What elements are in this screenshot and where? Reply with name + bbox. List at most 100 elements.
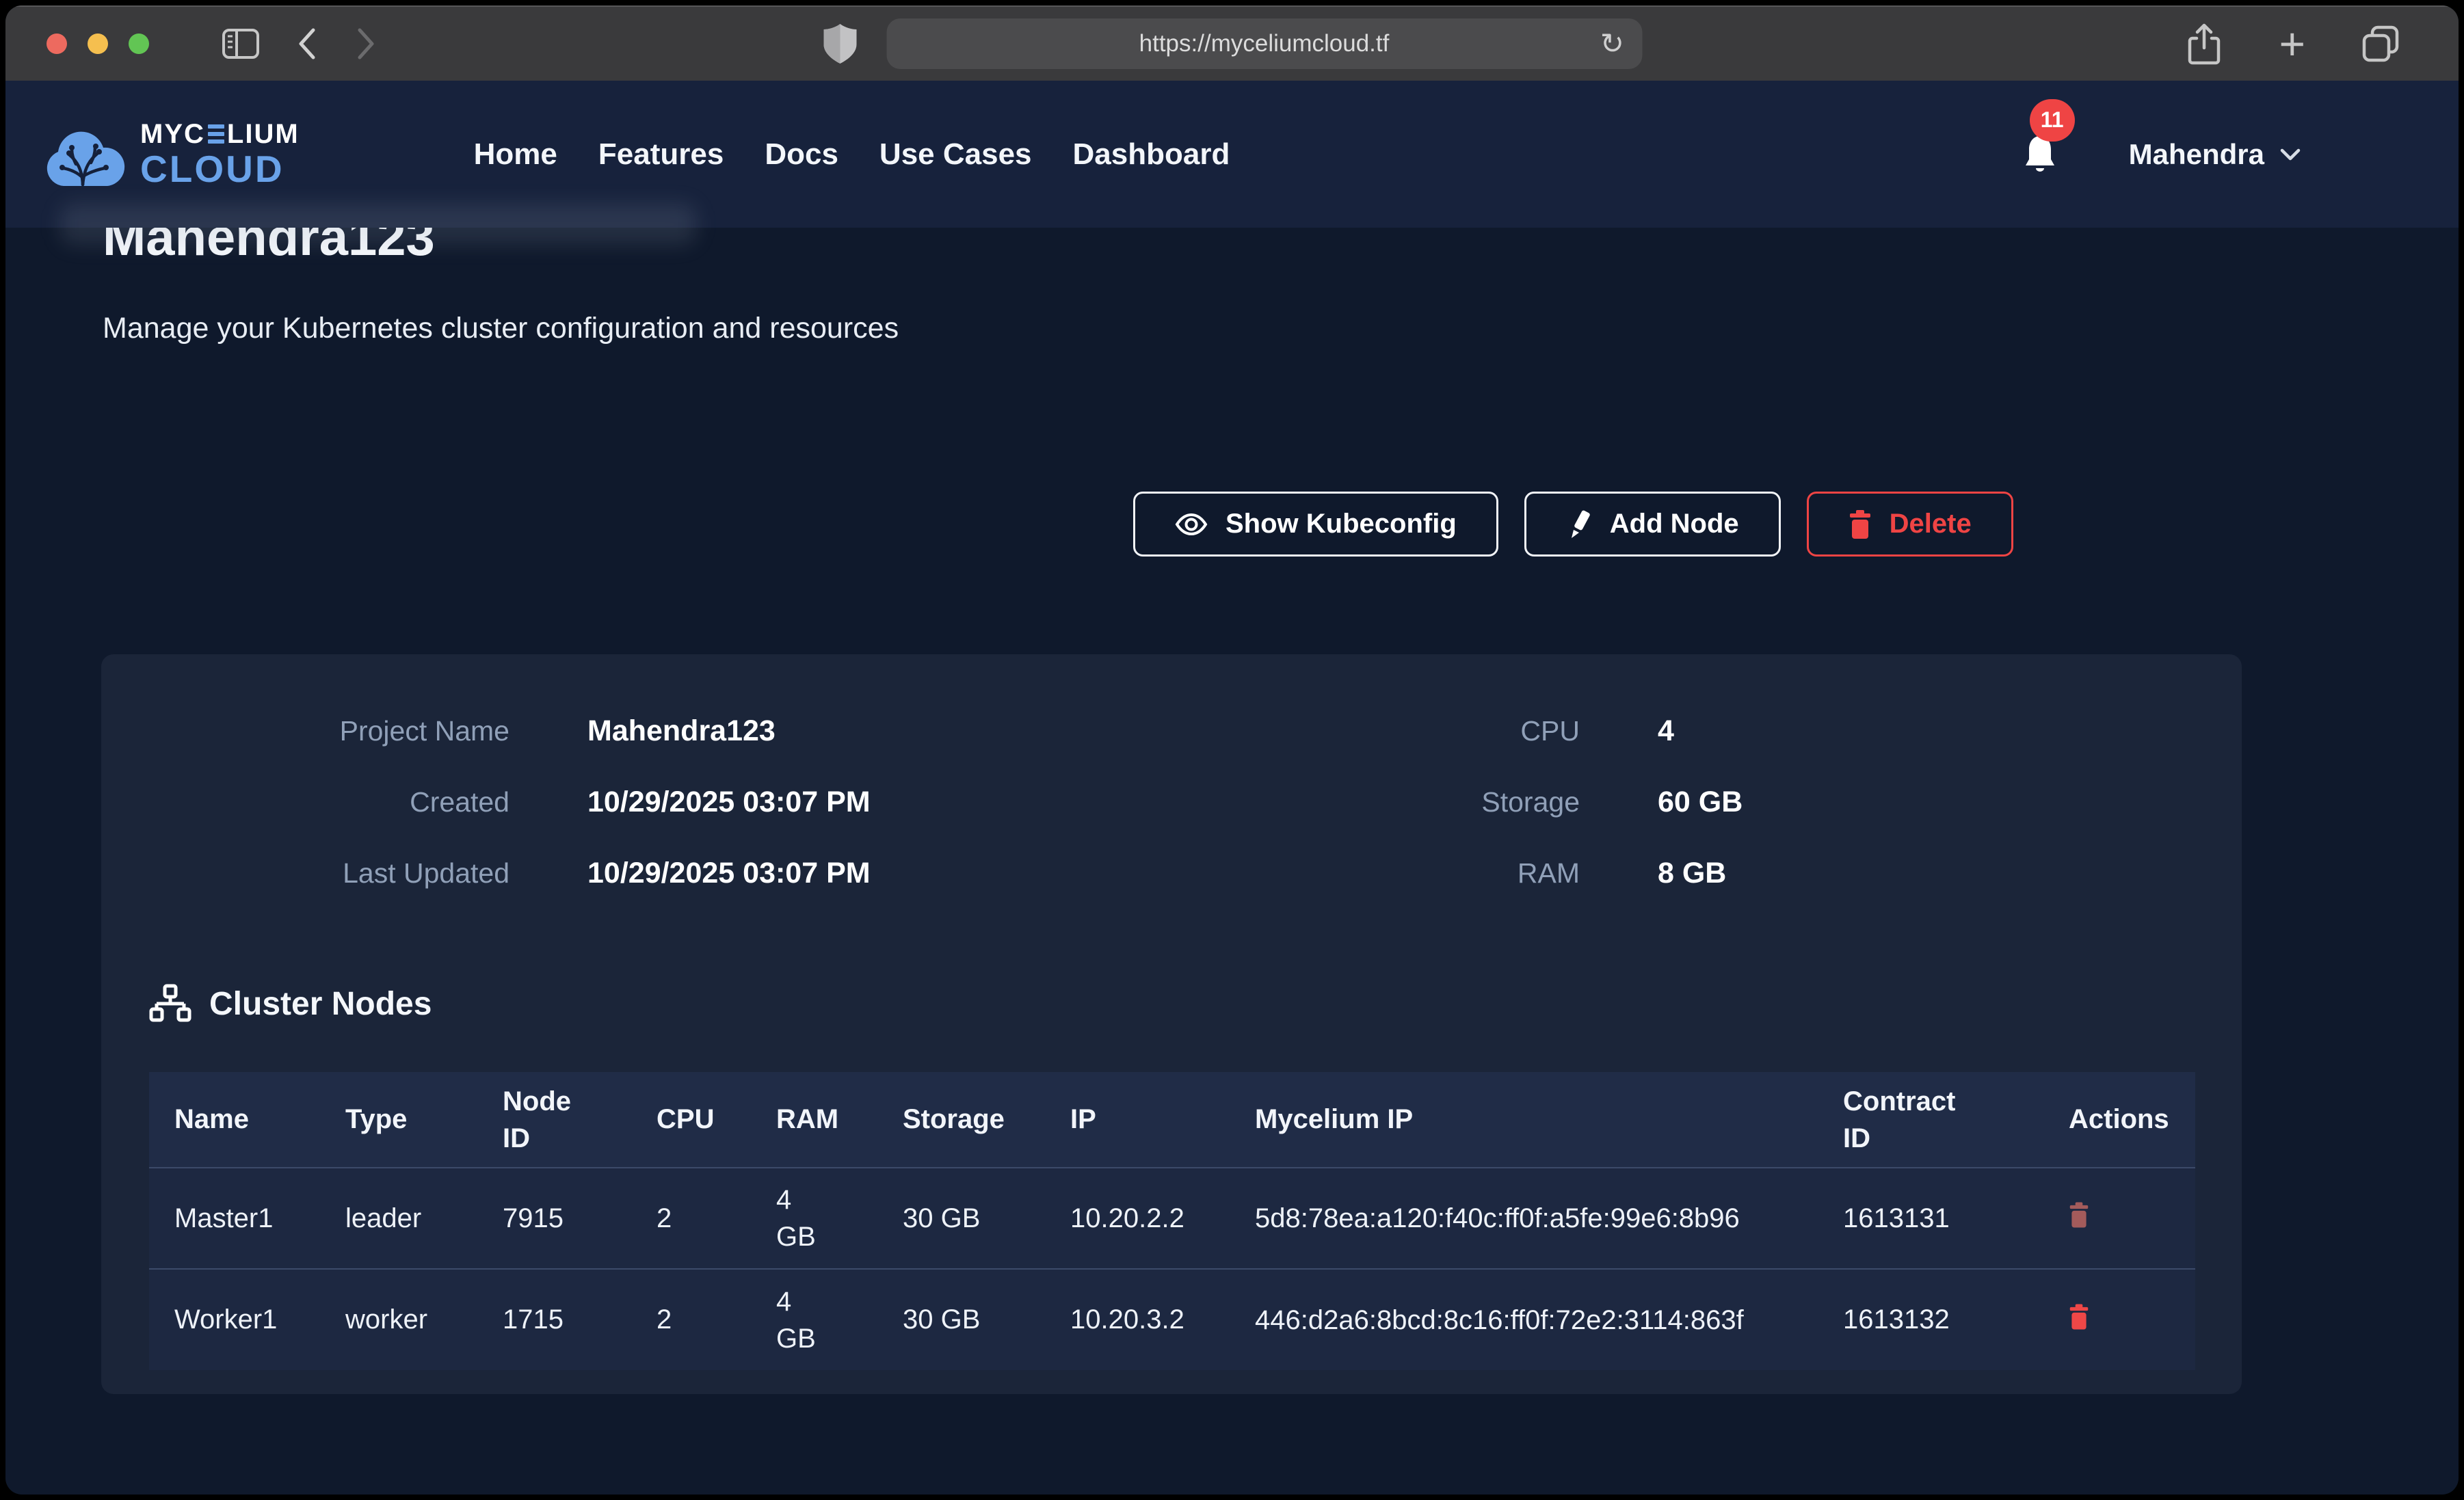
cell-name: Master1	[149, 1168, 320, 1269]
sidebar-toggle-icon[interactable]	[222, 28, 260, 59]
cell-node-id: 1715	[477, 1269, 631, 1370]
show-kubeconfig-label: Show Kubeconfig	[1226, 509, 1457, 539]
detail-value: 4	[1580, 709, 2194, 753]
browser-titlebar: https://myceliumcloud.tf ↻ +	[5, 5, 2459, 81]
delete-label: Delete	[1890, 509, 1972, 539]
cell-type: worker	[320, 1269, 477, 1370]
cluster-nodes-table: Name Type Node ID CPU RAM Storage IP Myc…	[149, 1072, 2195, 1370]
trash-icon	[2069, 1202, 2089, 1228]
new-tab-icon[interactable]: +	[2279, 21, 2305, 66]
notification-badge: 11	[2030, 99, 2075, 142]
col-node-id: Node ID	[477, 1072, 631, 1168]
cluster-actions: Show Kubeconfig Add Node	[1133, 492, 2013, 557]
table-row: Worker1 worker 1715 2 4 GB 30 GB 10.20.3…	[149, 1269, 2195, 1370]
page-subtitle: Manage your Kubernetes cluster configura…	[103, 312, 899, 345]
logo-lium: LIUM	[227, 120, 300, 148]
cell-storage: 30 GB	[877, 1168, 1045, 1269]
col-type: Type	[320, 1072, 477, 1168]
cell-node-id: 7915	[477, 1168, 631, 1269]
logo-e-bars	[208, 124, 224, 144]
add-node-label: Add Node	[1610, 509, 1739, 539]
nav-link-home[interactable]: Home	[474, 137, 557, 172]
delete-node-button[interactable]	[2069, 1304, 2089, 1330]
cluster-nodes-header: Cluster Nodes	[149, 982, 2194, 1026]
cell-ip: 10.20.2.2	[1045, 1168, 1230, 1269]
reload-icon[interactable]: ↻	[1600, 29, 1624, 58]
cell-contract-id: 1613131	[1818, 1168, 2043, 1269]
col-ip: IP	[1045, 1072, 1230, 1168]
delete-cluster-button[interactable]: Delete	[1807, 492, 2013, 557]
nav-link-features[interactable]: Features	[598, 137, 724, 172]
cluster-details-card: Project Name Mahendra123 CPU 4 Created 1…	[101, 654, 2242, 1394]
table-row: Master1 leader 7915 2 4 GB 30 GB 10.20.2…	[149, 1168, 2195, 1269]
logo-myc: MYC	[140, 120, 205, 148]
cell-actions	[2043, 1269, 2195, 1370]
col-name: Name	[149, 1072, 320, 1168]
cell-actions	[2043, 1168, 2195, 1269]
privacy-shield-icon[interactable]	[822, 23, 858, 65]
cell-ram: 4 GB	[751, 1168, 877, 1269]
cell-name: Worker1	[149, 1269, 320, 1370]
logo-line2: CLOUD	[140, 150, 300, 188]
tab-overview-icon[interactable]	[2361, 25, 2400, 63]
cell-storage: 30 GB	[877, 1269, 1045, 1370]
cell-cpu: 2	[631, 1168, 751, 1269]
browser-window: https://myceliumcloud.tf ↻ +	[5, 5, 2459, 1495]
minimize-window-button[interactable]	[88, 34, 108, 54]
detail-value: 8 GB	[1580, 851, 2194, 895]
nav-links: Home Features Docs Use Cases Dashboard	[474, 137, 1230, 172]
user-menu[interactable]: Mahendra	[2129, 138, 2301, 171]
table-header-row: Name Type Node ID CPU RAM Storage IP Myc…	[149, 1072, 2195, 1168]
detail-label: CPU	[1282, 709, 1580, 753]
cell-ip: 10.20.3.2	[1045, 1269, 1230, 1370]
cluster-details-grid: Project Name Mahendra123 CPU 4 Created 1…	[149, 709, 2194, 895]
forward-icon[interactable]	[354, 26, 377, 62]
eye-icon	[1175, 513, 1208, 536]
detail-label: Last Updated	[149, 851, 509, 895]
detail-label: Created	[149, 780, 509, 824]
nav-link-dashboard[interactable]: Dashboard	[1073, 137, 1230, 172]
pencil-icon	[1566, 509, 1592, 539]
cell-type: leader	[320, 1168, 477, 1269]
col-mycelium-ip: Mycelium IP	[1230, 1072, 1818, 1168]
cloud-tree-logo-icon	[43, 119, 128, 190]
cluster-nodes-title: Cluster Nodes	[209, 985, 432, 1023]
nav-link-use-cases[interactable]: Use Cases	[879, 137, 1032, 172]
cell-mycelium-ip: 446:d2a6:8bcd:8c16:ff0f:72e2:3114:863f	[1230, 1269, 1818, 1370]
close-window-button[interactable]	[47, 34, 67, 54]
show-kubeconfig-button[interactable]: Show Kubeconfig	[1133, 492, 1498, 557]
detail-label: Project Name	[149, 709, 509, 753]
detail-value: Mahendra123	[509, 709, 1282, 753]
logo-line1: MYC LIUM	[140, 120, 300, 148]
detail-value: 10/29/2025 03:07 PM	[509, 780, 1282, 824]
add-node-button[interactable]: Add Node	[1524, 492, 1781, 557]
address-bar[interactable]: https://myceliumcloud.tf ↻	[886, 18, 1642, 69]
detail-label: RAM	[1282, 851, 1580, 895]
delete-node-button[interactable]	[2069, 1202, 2089, 1228]
col-cpu: CPU	[631, 1072, 751, 1168]
cell-mycelium-ip: 5d8:78ea:a120:f40c:ff0f:a5fe:99e6:8b96	[1230, 1168, 1818, 1269]
detail-label: Storage	[1282, 780, 1580, 824]
plus-glyph: +	[2279, 21, 2305, 66]
detail-value: 60 GB	[1580, 780, 2194, 824]
trash-icon	[2069, 1304, 2089, 1330]
chevron-down-icon	[2279, 148, 2301, 161]
cluster-nodes-icon	[149, 984, 191, 1023]
zoom-window-button[interactable]	[129, 34, 149, 54]
url-text: https://myceliumcloud.tf	[1139, 30, 1390, 57]
trash-icon	[1849, 510, 1872, 539]
nav-link-docs[interactable]: Docs	[765, 137, 838, 172]
detail-value: 10/29/2025 03:07 PM	[509, 851, 1282, 895]
back-icon[interactable]	[295, 26, 319, 62]
col-storage: Storage	[877, 1072, 1045, 1168]
user-name: Mahendra	[2129, 138, 2264, 171]
cell-ram: 4 GB	[751, 1269, 877, 1370]
col-ram: RAM	[751, 1072, 877, 1168]
cell-contract-id: 1613132	[1818, 1269, 2043, 1370]
notifications-button[interactable]: 11	[2023, 135, 2057, 174]
share-icon[interactable]	[2186, 22, 2223, 66]
col-contract-id: Contract ID	[1818, 1072, 2043, 1168]
col-actions: Actions	[2043, 1072, 2195, 1168]
mycelium-cloud-logo[interactable]: MYC LIUM CLOUD	[43, 119, 300, 190]
traffic-lights	[47, 34, 149, 54]
